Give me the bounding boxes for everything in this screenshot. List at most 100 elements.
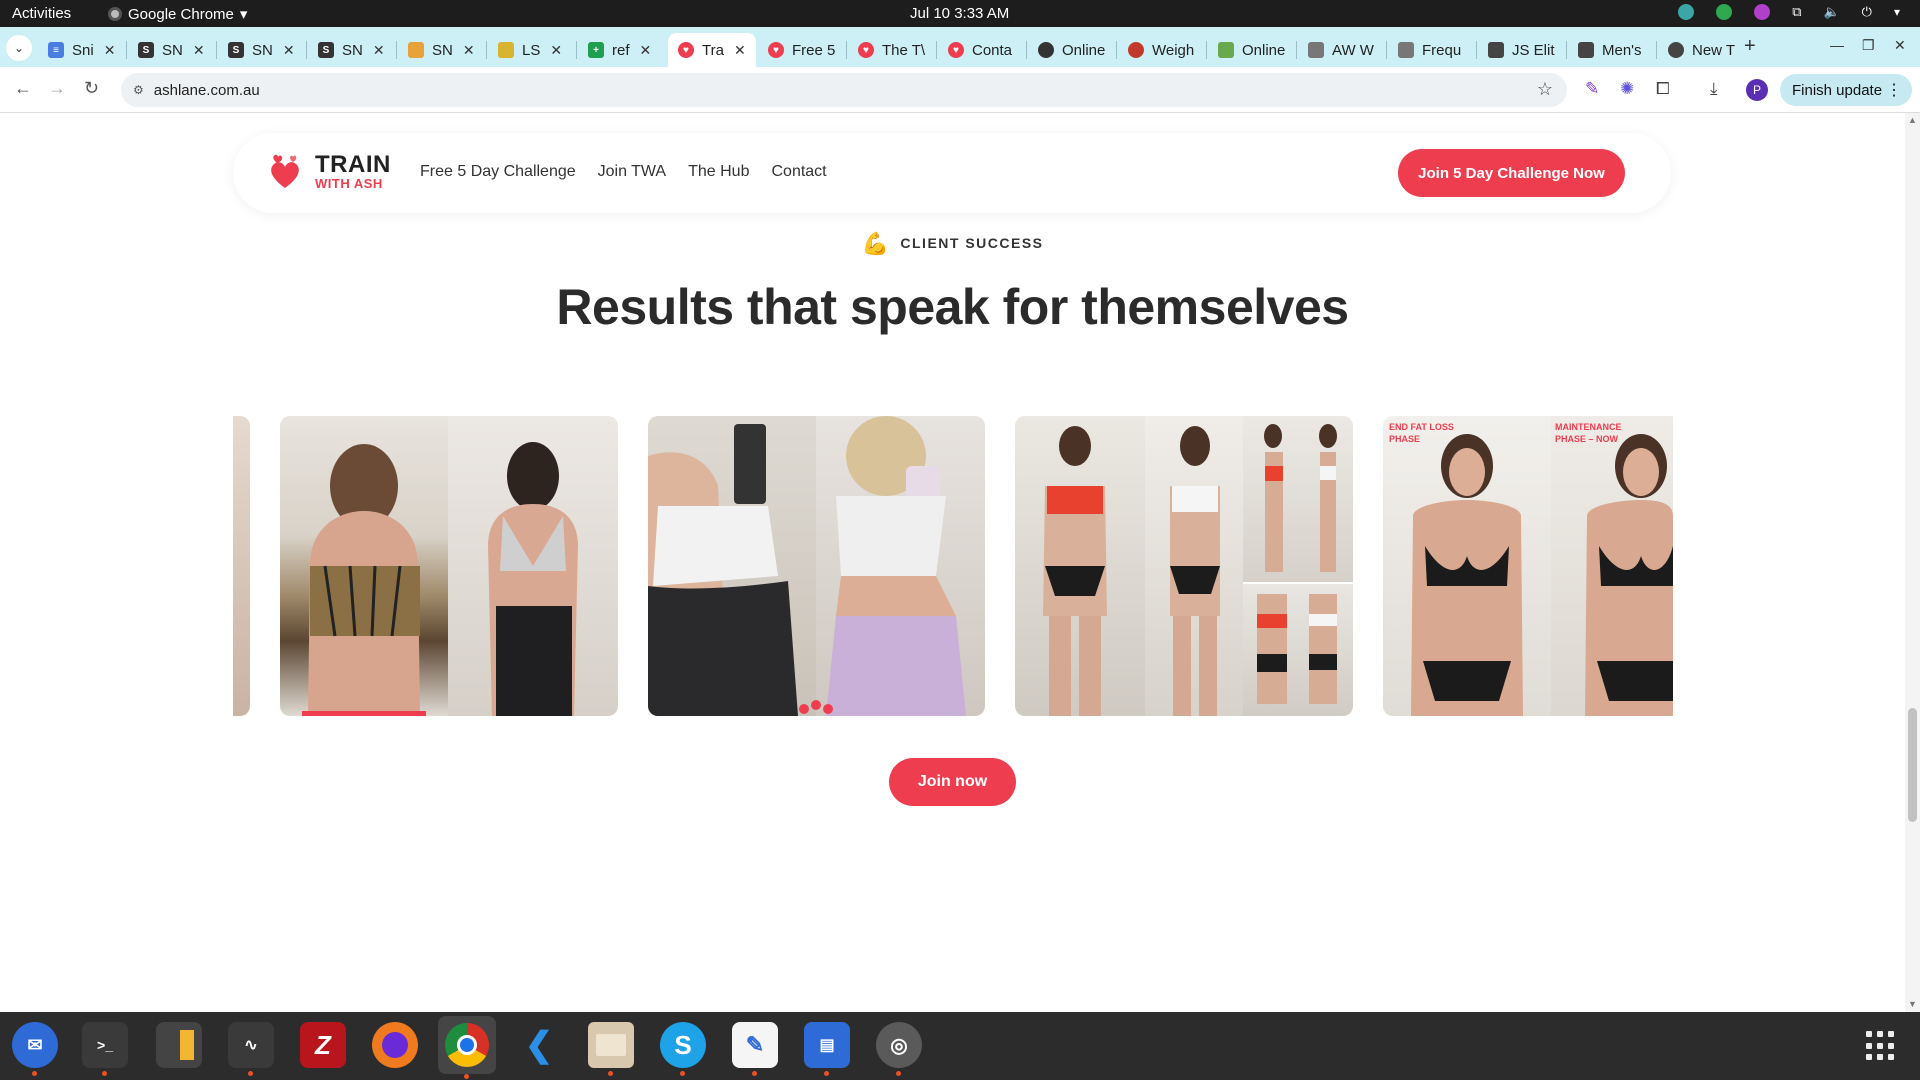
minimize-icon[interactable]: — — [1830, 37, 1844, 53]
result-card[interactable] — [280, 416, 618, 716]
main-nav: Free 5 Day Challenge Join TWA The Hub Co… — [420, 163, 827, 181]
tray-app2-icon[interactable] — [1754, 4, 1771, 20]
join-now-button[interactable]: Join now — [889, 758, 1016, 806]
power-icon[interactable]: ⏻ — [1862, 4, 1872, 20]
chrome-icon[interactable] — [438, 1016, 496, 1079]
results-carousel[interactable]: END FAT LOSS PHASE MAINTENANCE PHASE – N… — [233, 416, 1673, 716]
system-tray[interactable]: ⧉ 🔈 ⏻ ▾ — [1678, 4, 1900, 20]
result-card[interactable] — [648, 416, 985, 716]
back-icon[interactable]: ← — [14, 78, 32, 99]
faq-favicon-icon — [1398, 42, 1414, 58]
tab[interactable]: Frequ — [1388, 33, 1472, 67]
clock[interactable]: Jul 10 3:33 AM — [910, 5, 1009, 22]
filezilla-icon[interactable]: Z — [300, 1022, 346, 1068]
close-icon[interactable]: ✕ — [283, 42, 295, 59]
scroll-thumb[interactable] — [1908, 708, 1917, 822]
orange-favicon-icon — [408, 42, 424, 58]
tab[interactable]: JS Elit — [1478, 33, 1562, 67]
files-icon[interactable] — [588, 1022, 634, 1076]
thunderbird-icon[interactable]: ✉ — [12, 1022, 58, 1076]
calculator-icon[interactable] — [156, 1022, 202, 1068]
text-editor-icon[interactable]: ✎ — [732, 1022, 778, 1076]
os-dock: ✉ >_ ∿ Z ❮ S ✎ ▤ ◎ — [0, 1012, 1920, 1080]
bookmark-star-icon[interactable]: ☆ — [1537, 79, 1553, 100]
url-text: ashlane.com.au — [153, 81, 260, 99]
more-menu-icon[interactable]: ⋮ — [1886, 80, 1902, 100]
tab[interactable]: Online — [1028, 33, 1112, 67]
shield-favicon-icon — [1578, 42, 1594, 58]
tab[interactable]: ≡ Sni ✕ — [38, 33, 120, 67]
reload-icon[interactable]: ↻ — [84, 78, 99, 99]
tab[interactable]: LS ✕ — [488, 33, 570, 67]
result-card[interactable]: END FAT LOSS PHASE MAINTENANCE PHASE – N… — [1383, 416, 1673, 716]
close-icon[interactable]: ✕ — [734, 42, 746, 59]
site-info-icon[interactable]: ⚙ — [133, 83, 144, 97]
tab[interactable]: ♥ Conta — [938, 33, 1022, 67]
extensions-puzzle-icon[interactable]: ⧠ — [1656, 79, 1670, 99]
firefox-icon[interactable] — [372, 1022, 418, 1068]
tray-app-icon[interactable] — [1678, 4, 1695, 20]
finish-update-button[interactable]: Finish update ⋮ — [1780, 74, 1912, 106]
close-icon[interactable]: ✕ — [373, 42, 385, 59]
site-header: TRAIN WITH ASH Free 5 Day Challenge Join… — [233, 133, 1671, 213]
close-icon[interactable]: ✕ — [463, 42, 475, 59]
vscode-icon[interactable]: ❮ — [516, 1022, 562, 1068]
address-bar[interactable]: ⚙ ashlane.com.au ☆ — [121, 73, 1567, 107]
tab[interactable]: SN ✕ — [398, 33, 480, 67]
close-icon[interactable]: ✕ — [104, 42, 116, 59]
skype-icon[interactable]: S — [660, 1022, 706, 1076]
forward-icon[interactable]: → — [48, 78, 66, 99]
pen-extension-icon[interactable]: ✎ — [1585, 79, 1599, 99]
logo-line2: WITH ASH — [315, 176, 383, 191]
tab[interactable]: Men's — [1568, 33, 1652, 67]
tab[interactable]: S SN ✕ — [218, 33, 300, 67]
system-monitor-icon[interactable]: ∿ — [228, 1022, 274, 1076]
tab[interactable]: Weigh — [1118, 33, 1202, 67]
close-icon[interactable]: ✕ — [640, 42, 652, 59]
tab-search-button[interactable]: ⌄ — [6, 35, 32, 61]
tab[interactable]: ♥ Free 5 — [758, 33, 842, 67]
before-photo — [1015, 416, 1145, 716]
libreoffice-writer-icon[interactable]: ▤ — [804, 1022, 850, 1076]
site-logo[interactable]: TRAIN WITH ASH — [267, 153, 391, 190]
app-menu[interactable]: Google Chrome ▾ — [108, 5, 247, 23]
join-challenge-button[interactable]: Join 5 Day Challenge Now — [1398, 149, 1625, 197]
restore-icon[interactable]: ❐ — [1862, 37, 1875, 54]
carousel-indicator[interactable] — [795, 700, 837, 716]
network-icon[interactable]: ⧉ — [1792, 4, 1801, 20]
scroll-down-icon[interactable]: ▼ — [1908, 999, 1917, 1009]
tab[interactable]: S SN ✕ — [128, 33, 210, 67]
close-window-icon[interactable]: ✕ — [1894, 37, 1906, 54]
sparkle-extension-icon[interactable]: ✺ — [1620, 79, 1634, 99]
nav-the-hub[interactable]: The Hub — [688, 163, 749, 181]
tab-active[interactable]: ♥ Tra ✕ — [668, 33, 756, 67]
show-apps-icon[interactable] — [1866, 1031, 1896, 1061]
chevron-down-icon[interactable]: ▾ — [1894, 5, 1900, 19]
os-top-bar: Activities Google Chrome ▾ Jul 10 3:33 A… — [0, 0, 1920, 27]
sheets-favicon-icon: + — [588, 42, 604, 58]
new-tab-button[interactable]: + — [1744, 35, 1756, 58]
tab[interactable]: New T — [1658, 33, 1742, 67]
nav-join-twa[interactable]: Join TWA — [598, 163, 666, 181]
nav-free-5-day-challenge[interactable]: Free 5 Day Challenge — [420, 163, 576, 181]
result-card-partial[interactable] — [233, 416, 250, 716]
nav-contact[interactable]: Contact — [771, 163, 826, 181]
profile-avatar[interactable]: P — [1746, 79, 1768, 101]
volume-icon[interactable]: 🔈 — [1823, 4, 1839, 20]
tab[interactable]: Online — [1208, 33, 1292, 67]
activities-button[interactable]: Activities — [12, 5, 71, 22]
tab[interactable]: ♥ The T\ — [848, 33, 932, 67]
download-icon[interactable]: ⤓ — [1710, 79, 1718, 99]
page-scrollbar[interactable]: ▲ ▼ — [1905, 113, 1920, 1012]
terminal-icon[interactable]: >_ — [82, 1022, 128, 1076]
result-card[interactable] — [1015, 416, 1353, 716]
tab[interactable]: AW W — [1298, 33, 1382, 67]
side-back-photos — [1243, 416, 1353, 716]
disk-icon[interactable]: ◎ — [876, 1022, 922, 1076]
close-icon[interactable]: ✕ — [193, 42, 205, 59]
scroll-up-icon[interactable]: ▲ — [1908, 115, 1917, 125]
tab[interactable]: + ref ✕ — [578, 33, 660, 67]
close-icon[interactable]: ✕ — [550, 42, 562, 59]
tray-shield-icon[interactable] — [1716, 4, 1733, 20]
tab[interactable]: S SN ✕ — [308, 33, 390, 67]
